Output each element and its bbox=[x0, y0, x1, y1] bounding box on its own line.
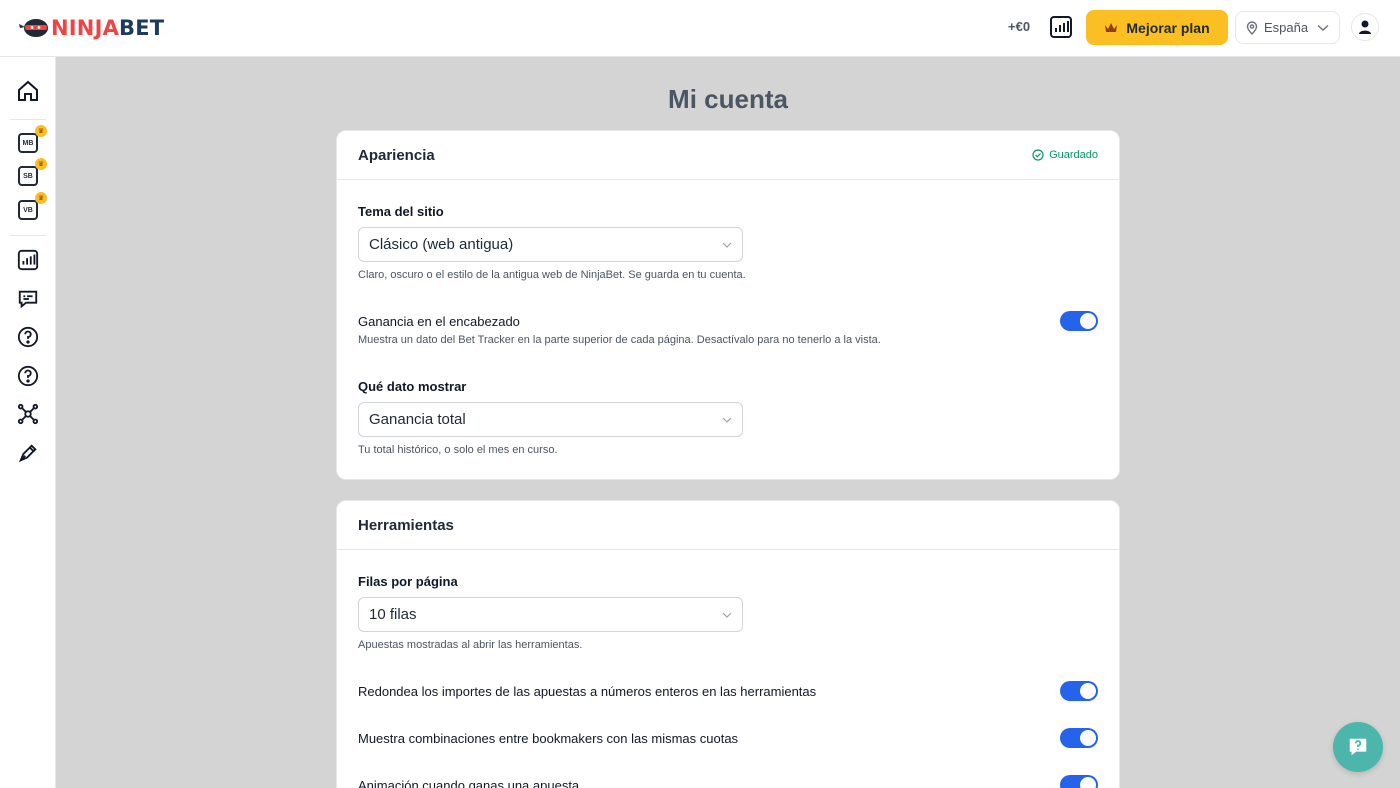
anim-label: Animación cuando ganas una apuesta bbox=[358, 778, 580, 788]
sidebar-divider bbox=[10, 235, 46, 236]
header-profit-toggle[interactable] bbox=[1060, 311, 1098, 331]
chevron-down-icon bbox=[722, 242, 732, 248]
tools-title: Herramientas bbox=[358, 516, 454, 534]
country-select[interactable]: España bbox=[1235, 11, 1340, 44]
anim-toggle[interactable] bbox=[1060, 775, 1098, 788]
rows-select[interactable]: 10 filas bbox=[358, 597, 743, 632]
logo-text: NINJABET bbox=[51, 16, 165, 40]
tools-card-header: Herramientas bbox=[337, 501, 1119, 550]
data-label: Qué dato mostrar bbox=[358, 379, 467, 394]
theme-label: Tema del sitio bbox=[358, 204, 444, 219]
mb-icon: MB bbox=[18, 133, 38, 153]
vb-icon: VB bbox=[18, 200, 38, 220]
sidebar-item-mb[interactable]: MB ♛ bbox=[16, 125, 47, 155]
country-label: España bbox=[1264, 20, 1309, 35]
sb-icon: SB bbox=[18, 166, 38, 186]
sidebar-item-vb[interactable]: VB ♛ bbox=[16, 192, 47, 222]
header-profit-hint: Muestra un dato del Bet Tracker en la pa… bbox=[358, 334, 881, 346]
chat-question-icon bbox=[1349, 738, 1367, 756]
sidebar-divider bbox=[10, 119, 46, 120]
premium-crown-icon: ♛ bbox=[35, 125, 47, 137]
header-profit-value[interactable]: +€0 bbox=[1008, 19, 1030, 34]
theme-select-value: Clásico (web antigua) bbox=[369, 236, 514, 253]
theme-select[interactable]: Clásico (web antigua) bbox=[358, 227, 743, 262]
combos-label: Muestra combinaciones entre bookmakers c… bbox=[358, 731, 739, 746]
top-header: NINJABET +€0 Mejorar plan España bbox=[0, 0, 1400, 57]
sidebar-item-pen[interactable] bbox=[16, 441, 40, 465]
appearance-card-header: Apariencia Guardado bbox=[337, 131, 1119, 180]
sidebar-item-help[interactable] bbox=[16, 325, 40, 349]
user-icon bbox=[1359, 20, 1371, 34]
bet-tracker-chart-icon[interactable] bbox=[1049, 15, 1073, 39]
question-icon bbox=[17, 365, 39, 387]
premium-crown-icon: ♛ bbox=[35, 158, 47, 170]
sidebar-item-network[interactable] bbox=[16, 402, 40, 426]
round-toggle[interactable] bbox=[1060, 681, 1098, 701]
page-title: Mi cuenta bbox=[668, 84, 788, 114]
sidebar-item-forum[interactable] bbox=[16, 287, 40, 311]
sidebar-item-sb[interactable]: SB ♛ bbox=[16, 158, 47, 188]
ninjabet-logo[interactable]: NINJABET bbox=[19, 15, 164, 41]
sidebar: MB ♛ SB ♛ VB ♛ bbox=[0, 57, 56, 788]
chevron-down-icon bbox=[1317, 24, 1329, 31]
chat-icon bbox=[18, 290, 38, 309]
round-label: Redondea los importes de las apuestas a … bbox=[358, 684, 817, 699]
upgrade-plan-button[interactable]: Mejorar plan bbox=[1086, 10, 1228, 45]
sidebar-item-faq[interactable] bbox=[16, 364, 40, 388]
rows-select-value: 10 filas bbox=[369, 606, 417, 623]
user-avatar[interactable] bbox=[1351, 13, 1379, 41]
home-icon bbox=[18, 80, 38, 101]
crown-icon bbox=[1105, 22, 1118, 32]
location-pin-icon bbox=[1246, 20, 1258, 35]
data-hint: Tu total histórico, o solo el mes en cur… bbox=[358, 444, 558, 456]
premium-crown-icon: ♛ bbox=[35, 192, 47, 204]
rows-hint: Apuestas mostradas al abrir las herramie… bbox=[358, 639, 583, 651]
appearance-title: Apariencia bbox=[358, 146, 435, 164]
chevron-down-icon bbox=[722, 417, 732, 423]
sidebar-item-tracker[interactable] bbox=[16, 248, 40, 272]
theme-hint: Claro, oscuro o el estilo de la antigua … bbox=[358, 269, 746, 281]
upgrade-plan-label: Mejorar plan bbox=[1126, 19, 1210, 36]
help-icon bbox=[17, 326, 39, 348]
check-circle-icon bbox=[1032, 149, 1044, 161]
header-profit-label: Ganancia en el encabezado bbox=[358, 314, 520, 329]
ninja-logo-icon bbox=[19, 19, 48, 37]
network-icon bbox=[17, 403, 39, 425]
chat-support-button[interactable] bbox=[1333, 722, 1383, 772]
sidebar-item-home[interactable] bbox=[16, 79, 40, 103]
data-select-value: Ganancia total bbox=[369, 411, 466, 428]
saved-label: Guardado bbox=[1049, 149, 1098, 161]
combos-toggle[interactable] bbox=[1060, 728, 1098, 748]
bar-chart-icon bbox=[17, 249, 39, 271]
appearance-card: Apariencia Guardado Tema del sitio Clási… bbox=[336, 130, 1120, 480]
saved-status: Guardado bbox=[1032, 149, 1098, 161]
pen-icon bbox=[18, 444, 37, 463]
rows-label: Filas por página bbox=[358, 574, 458, 589]
chevron-down-icon bbox=[722, 612, 732, 618]
tools-card: Herramientas Filas por página 10 filas A… bbox=[336, 500, 1120, 788]
data-select[interactable]: Ganancia total bbox=[358, 402, 743, 437]
